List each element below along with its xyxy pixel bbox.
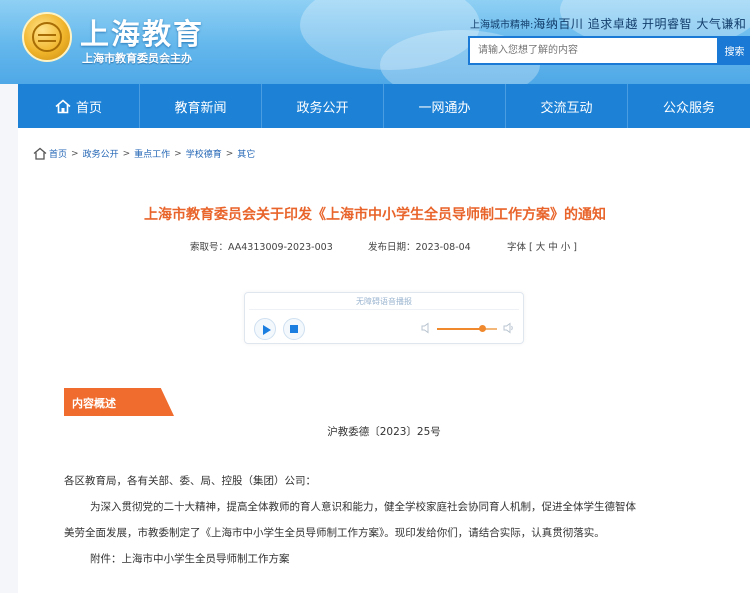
site-logo-subtitle: 上海市教育委员会主办 (82, 52, 192, 65)
article-title: 上海市教育委员会关于印发《上海市中小学生全员导师制工作方案》的通知 (144, 207, 606, 223)
breadcrumb-link-moral-education[interactable]: 学校德育 (186, 147, 222, 160)
nav-item-label: 一网通办 (418, 100, 471, 116)
volume-high-icon[interactable] (503, 322, 515, 334)
breadcrumb-separator: > (71, 148, 79, 159)
search-button[interactable]: 搜索 (717, 36, 750, 65)
article-index-number: 索取号：AA4313009-2023-003 (190, 242, 333, 253)
document-paragraph-line: 美劳全面发展，市教委制定了《上海市中小学生全员导师制工作方案》。现印发给你们，请… (64, 527, 605, 539)
nav-item-government-affairs[interactable]: 政务公开 (262, 84, 384, 128)
main-nav: 首页 教育新闻 政务公开 一网通办 交流互动 公众服务 (18, 84, 750, 128)
breadcrumb-separator: > (174, 148, 182, 159)
site-header: 上海教育 上海市教育委员会主办 上海城市精神:海纳百川 追求卓越 开明睿智 大气… (0, 0, 750, 84)
breadcrumb-link-home[interactable]: 首页 (49, 147, 67, 160)
nav-item-interaction[interactable]: 交流互动 (506, 84, 628, 128)
volume-low-icon[interactable] (421, 322, 433, 334)
nav-item-label: 交流互动 (540, 100, 593, 116)
audio-player: 无障碍语音播报 (244, 292, 524, 344)
logo-emblem-icon[interactable] (22, 12, 72, 62)
city-spirit-slogan: 上海城市精神:海纳百川 追求卓越 开明睿智 大气谦和 (470, 13, 750, 32)
nav-item-label: 政务公开 (296, 100, 349, 116)
volume-slider[interactable] (437, 325, 497, 332)
font-size-switcher[interactable]: 字体 [ 大 中 小 ] (507, 239, 577, 253)
search-box: 搜索 (468, 36, 750, 65)
article-publish-date: 发布日期：2023-08-04 (368, 242, 471, 253)
site-logo-title[interactable]: 上海教育 (80, 11, 204, 53)
document-paragraph-line: 为深入贯彻党的二十大精神，提高全体教师的育人意识和能力，健全学校家庭社会协同育人… (90, 501, 636, 513)
breadcrumb-separator: > (122, 148, 131, 159)
content-summary-label: 内容概述 (72, 397, 116, 410)
city-spirit-text: 海纳百川 追求卓越 开明睿智 大气谦和 (533, 17, 747, 31)
document-attachment: 附件：上海市中小学生全员导师制工作方案 (90, 553, 290, 565)
search-input[interactable] (470, 38, 716, 63)
nav-item-label: 教育新闻 (174, 100, 227, 116)
city-spirit-label: 上海城市精神: (470, 20, 534, 31)
document-greeting: 各区教育局，各有关部、委、局、控股（集团）公司： (64, 475, 316, 487)
audio-player-label: 无障碍语音播报 (356, 297, 412, 306)
nav-item-label: 公众服务 (662, 100, 715, 116)
nav-item-public-services[interactable]: 公众服务 (628, 84, 750, 128)
volume-slider-handle[interactable] (478, 325, 486, 332)
stop-button[interactable] (283, 318, 305, 340)
breadcrumb-link-key-work[interactable]: 重点工作 (134, 147, 170, 160)
nav-item-label: 首页 (75, 100, 102, 116)
breadcrumb-separator: > (225, 148, 234, 159)
nav-item-education-news[interactable]: 教育新闻 (140, 84, 262, 128)
home-icon (55, 98, 71, 113)
content-summary-tag: 内容概述 (64, 388, 174, 416)
breadcrumb-link-other[interactable]: 其它 (237, 147, 255, 160)
document-number: 沪教委德〔2023〕25号 (327, 426, 441, 438)
breadcrumb-link-government-affairs[interactable]: 政务公开 (83, 147, 119, 160)
content-panel: 首页 > 政务公开 > 重点工作 > 学校德育 > 其它 上海市教育委员会关于印… (18, 128, 750, 593)
play-button[interactable] (254, 318, 276, 340)
nav-item-online-services[interactable]: 一网通办 (384, 84, 506, 128)
nav-item-home[interactable]: 首页 (18, 84, 140, 128)
breadcrumb-home-icon (33, 147, 47, 160)
breadcrumb: 首页 > 政务公开 > 重点工作 > 学校德育 > 其它 (33, 147, 255, 160)
